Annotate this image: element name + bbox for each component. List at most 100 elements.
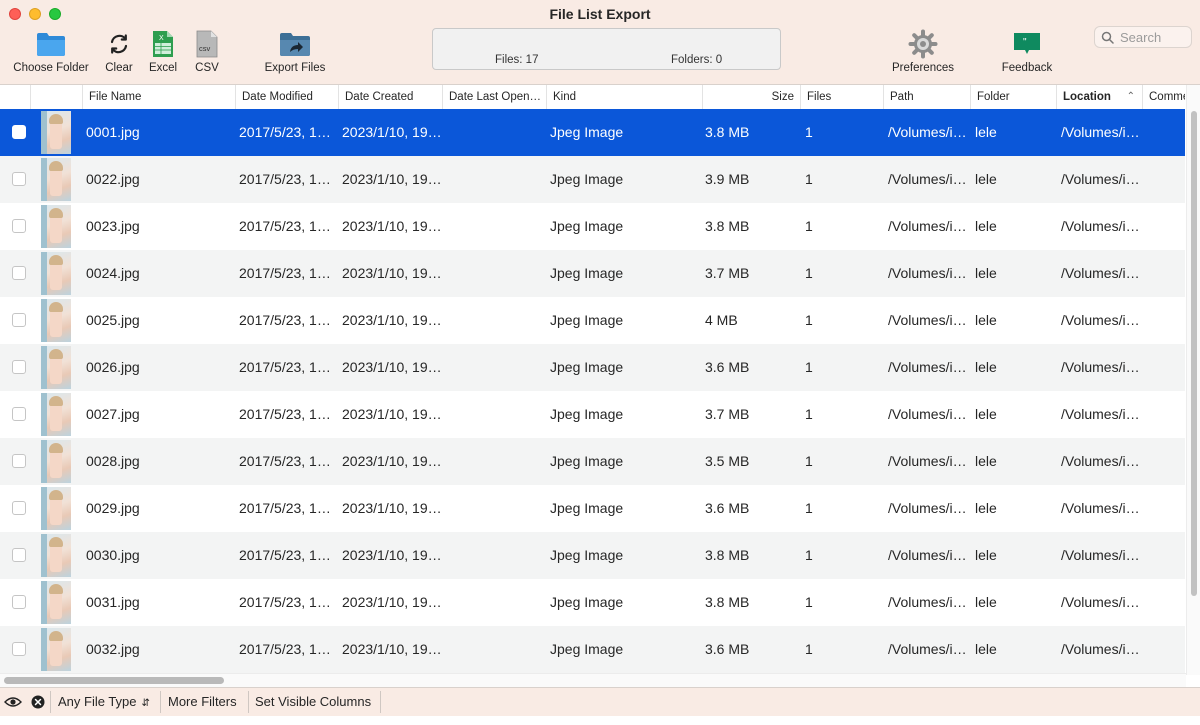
table-row[interactable]: 0030.jpg 2017/5/23, 1… 2023/1/10, 19… Jpeg … bbox=[0, 532, 1185, 579]
files-cell: 1 bbox=[805, 312, 813, 328]
file-name-cell: 0001.jpg bbox=[86, 124, 140, 140]
search-field[interactable] bbox=[1094, 26, 1192, 48]
clear-button[interactable]: Clear bbox=[100, 30, 138, 74]
row-checkbox[interactable] bbox=[12, 548, 26, 562]
table-row[interactable]: 0029.jpg 2017/5/23, 1… 2023/1/10, 19… Jpeg … bbox=[0, 485, 1185, 532]
file-name-cell: 0032.jpg bbox=[86, 641, 140, 657]
folder-icon bbox=[10, 30, 92, 58]
table-row[interactable]: 0001.jpg 2017/5/23, 1… 2023/1/10, 19… Jpeg … bbox=[0, 109, 1185, 156]
header-date-last-opened[interactable]: Date Last Open… bbox=[442, 85, 546, 109]
horizontal-scrollbar[interactable] bbox=[0, 673, 1186, 687]
image-thumbnail bbox=[41, 487, 71, 530]
path-cell: /Volumes/i… bbox=[888, 453, 967, 469]
date-last-opened-cell bbox=[448, 344, 544, 391]
date-modified-cell: 2017/5/23, 1… bbox=[239, 406, 331, 422]
more-filters-button[interactable]: More Filters bbox=[168, 688, 237, 716]
header-kind[interactable]: Kind bbox=[546, 85, 702, 109]
table-row[interactable]: 0028.jpg 2017/5/23, 1… 2023/1/10, 19… Jpeg … bbox=[0, 438, 1185, 485]
window-title: File List Export bbox=[549, 6, 651, 22]
image-thumbnail bbox=[41, 111, 71, 154]
file-name-cell: 0023.jpg bbox=[86, 218, 140, 234]
table-row[interactable]: 0027.jpg 2017/5/23, 1… 2023/1/10, 19… Jpeg … bbox=[0, 391, 1185, 438]
row-checkbox[interactable] bbox=[12, 266, 26, 280]
header-files[interactable]: Files bbox=[800, 85, 883, 109]
location-cell: /Volumes/i… bbox=[1061, 218, 1140, 234]
date-created-cell: 2023/1/10, 19… bbox=[342, 171, 440, 187]
size-cell: 3.8 MB bbox=[705, 594, 750, 610]
kind-cell: Jpeg Image bbox=[550, 265, 624, 281]
header-size[interactable]: Size bbox=[702, 85, 800, 109]
row-checkbox[interactable] bbox=[12, 454, 26, 468]
date-created-cell: 2023/1/10, 19… bbox=[342, 359, 440, 375]
table-row[interactable]: 0026.jpg 2017/5/23, 1… 2023/1/10, 19… Jpeg … bbox=[0, 344, 1185, 391]
row-checkbox[interactable] bbox=[12, 407, 26, 421]
clear-filter-icon[interactable] bbox=[30, 689, 46, 717]
header-file-name[interactable]: File Name bbox=[82, 85, 235, 109]
table-row[interactable]: 0032.jpg 2017/5/23, 1… 2023/1/10, 19… Jpeg … bbox=[0, 626, 1185, 673]
path-cell: /Volumes/i… bbox=[888, 641, 967, 657]
row-checkbox[interactable] bbox=[12, 219, 26, 233]
date-created-cell: 2023/1/10, 19… bbox=[342, 218, 440, 234]
export-files-button[interactable]: Export Files bbox=[258, 30, 332, 74]
table-row[interactable]: 0031.jpg 2017/5/23, 1… 2023/1/10, 19… Jpeg … bbox=[0, 579, 1185, 626]
date-modified-cell: 2017/5/23, 1… bbox=[239, 265, 331, 281]
row-checkbox[interactable] bbox=[12, 642, 26, 656]
eye-icon[interactable] bbox=[4, 689, 22, 717]
up-down-chevron-icon: ⇵ bbox=[141, 698, 150, 709]
header-date-created[interactable]: Date Created bbox=[338, 85, 442, 109]
row-checkbox[interactable] bbox=[12, 501, 26, 515]
preferences-button[interactable]: Preferences bbox=[886, 29, 960, 74]
vertical-scroll-thumb[interactable] bbox=[1191, 111, 1197, 596]
folder-cell: lele bbox=[975, 453, 997, 469]
kind-cell: Jpeg Image bbox=[550, 312, 624, 328]
folder-cell: lele bbox=[975, 406, 997, 422]
location-cell: /Volumes/i… bbox=[1061, 359, 1140, 375]
csv-button[interactable]: csv CSV bbox=[188, 30, 226, 74]
location-cell: /Volumes/i… bbox=[1061, 453, 1140, 469]
path-cell: /Volumes/i… bbox=[888, 594, 967, 610]
header-date-modified[interactable]: Date Modified bbox=[235, 85, 338, 109]
header-folder[interactable]: Folder bbox=[970, 85, 1056, 109]
horizontal-scroll-thumb[interactable] bbox=[4, 677, 224, 684]
row-checkbox[interactable] bbox=[12, 172, 26, 186]
folder-cell: lele bbox=[975, 641, 997, 657]
table-row[interactable]: 0024.jpg 2017/5/23, 1… 2023/1/10, 19… Jpeg … bbox=[0, 250, 1185, 297]
vertical-scrollbar[interactable] bbox=[1186, 85, 1200, 675]
header-thumbnail-column[interactable] bbox=[30, 85, 82, 109]
feedback-button[interactable]: " Feedback bbox=[996, 30, 1058, 74]
date-last-opened-cell bbox=[448, 156, 544, 203]
row-checkbox[interactable] bbox=[12, 313, 26, 327]
choose-folder-button[interactable]: Choose Folder bbox=[10, 30, 92, 74]
table-row[interactable]: 0025.jpg 2017/5/23, 1… 2023/1/10, 19… Jpeg … bbox=[0, 297, 1185, 344]
header-path[interactable]: Path bbox=[883, 85, 970, 109]
excel-button[interactable]: X Excel bbox=[144, 30, 182, 74]
folder-cell: lele bbox=[975, 359, 997, 375]
kind-cell: Jpeg Image bbox=[550, 500, 624, 516]
path-cell: /Volumes/i… bbox=[888, 218, 967, 234]
header-comments[interactable]: Comme bbox=[1142, 85, 1185, 109]
folder-cell: lele bbox=[975, 500, 997, 516]
files-cell: 1 bbox=[805, 594, 813, 610]
date-created-cell: 2023/1/10, 19… bbox=[342, 547, 440, 563]
file-type-select[interactable]: Any File Type ⇵ bbox=[58, 688, 150, 716]
table-row[interactable]: 0022.jpg 2017/5/23, 1… 2023/1/10, 19… Jpeg … bbox=[0, 156, 1185, 203]
svg-text:": " bbox=[1023, 37, 1027, 48]
folder-cell: lele bbox=[975, 312, 997, 328]
csv-icon: csv bbox=[188, 30, 226, 58]
search-icon bbox=[1101, 31, 1114, 44]
table-row[interactable]: 0023.jpg 2017/5/23, 1… 2023/1/10, 19… Jpeg … bbox=[0, 203, 1185, 250]
path-cell: /Volumes/i… bbox=[888, 500, 967, 516]
excel-label: Excel bbox=[148, 62, 178, 74]
date-last-opened-cell bbox=[448, 485, 544, 532]
image-thumbnail bbox=[41, 534, 71, 577]
header-location[interactable]: Location ⌃ bbox=[1056, 85, 1142, 109]
row-checkbox[interactable] bbox=[12, 360, 26, 374]
set-visible-columns-button[interactable]: Set Visible Columns bbox=[255, 688, 371, 716]
location-cell: /Volumes/i… bbox=[1061, 500, 1140, 516]
kind-cell: Jpeg Image bbox=[550, 406, 624, 422]
search-input[interactable] bbox=[1120, 29, 1190, 45]
row-checkbox[interactable] bbox=[12, 595, 26, 609]
row-checkbox[interactable] bbox=[12, 125, 26, 139]
header-checkbox-column[interactable] bbox=[0, 85, 30, 109]
path-cell: /Volumes/i… bbox=[888, 547, 967, 563]
